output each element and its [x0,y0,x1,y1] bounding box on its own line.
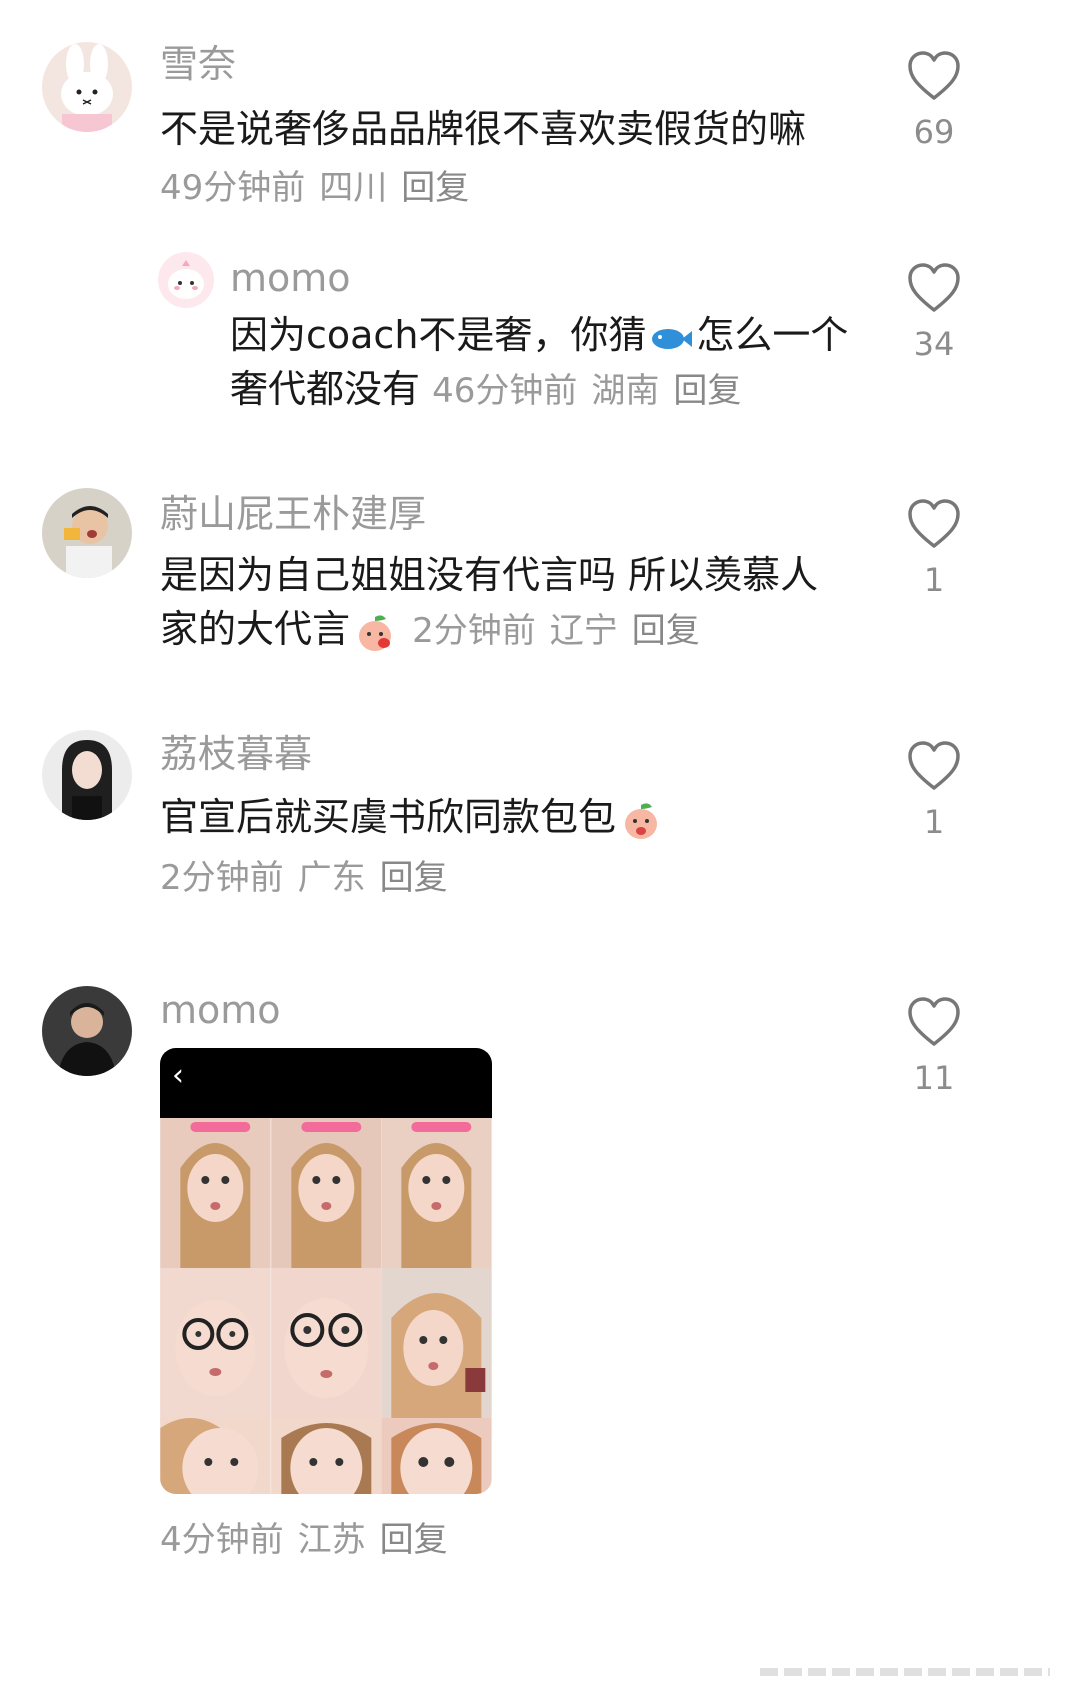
comment-text-part: 怎么一个 [696,313,849,357]
comment-time: 4分钟前 [160,1520,284,1560]
face-grid [160,1118,492,1494]
like-count: 1 [923,561,945,599]
avatar[interactable] [42,730,132,820]
back-icon: ‹ [172,1058,184,1093]
reply-button[interactable]: 回复 [632,611,700,651]
avatar[interactable] [42,488,132,578]
comment-text-part: 因为coach不是奢，你猜 [230,313,647,357]
peach-emoji [625,802,658,839]
avatar[interactable] [158,252,214,308]
reply-button[interactable]: 回复 [380,858,448,898]
image-header: ‹ [160,1048,492,1118]
comment-text: 不是说奢侈品品牌很不喜欢卖假货的嘛 [160,107,807,151]
face-thumbnail [270,1118,382,1268]
comment-text-part: 奢代都没有 [230,367,421,411]
face-thumbnail [381,1268,492,1418]
like-count: 11 [913,1059,955,1097]
face-thumbnail [160,1118,271,1268]
reply-button[interactable]: 回复 [380,1520,448,1560]
like-button[interactable]: 34 [894,262,974,364]
like-button[interactable]: 11 [894,996,974,1098]
like-count: 1 [923,803,945,841]
reply-button[interactable]: 回复 [401,168,469,208]
peach-emoji [359,614,392,651]
username[interactable]: 蔚山屁王朴建厚 [160,490,426,538]
comment-time: 46分钟前 [432,371,578,411]
like-button[interactable]: 1 [894,740,974,842]
face-thumbnail [270,1418,382,1494]
fish-emoji [652,328,693,349]
username[interactable]: 荔枝暮暮 [160,730,312,778]
comment-text: 官宣后就买虞书欣同款包包 [160,788,666,846]
heart-outline-icon [908,499,960,548]
username[interactable]: momo [230,254,351,302]
comment-location: 江苏 [297,1520,366,1560]
comment-location: 辽宁 [549,611,618,651]
like-button[interactable]: 1 [894,498,974,600]
watermark-strip [760,1668,1050,1676]
username[interactable]: momo [160,986,281,1034]
reply-button[interactable]: 回复 [673,371,741,411]
face-thumbnail [270,1268,382,1418]
comment-text: 是因为自己姐姐没有代言吗 所以羡慕人 [160,553,819,597]
comment-text-line2: 家的大代言 2分钟前 辽宁 回复 [160,600,714,660]
avatar[interactable] [42,986,132,1076]
comment-meta: 49分钟前 四川 回复 [160,166,483,210]
comment-location: 四川 [319,168,388,208]
comment-time: 49分钟前 [160,168,306,208]
comment-image[interactable]: ‹ [160,1048,492,1494]
comment-text: 因为coach不是奢，你猜 怎么一个 [230,306,848,364]
heart-outline-icon [908,741,960,790]
like-button[interactable]: 69 [894,50,974,152]
comment-meta: 2分钟前 广东 回复 [160,856,462,900]
face-thumbnail [381,1118,492,1268]
comment-location: 湖南 [591,371,660,411]
comment-text-part: 官宣后就买虞书欣同款包包 [160,795,617,839]
face-thumbnail [160,1268,271,1418]
comment-text-part: 家的大代言 [160,607,351,651]
comment-location: 广东 [297,858,366,898]
heart-outline-icon [908,263,960,312]
heart-outline-icon [908,997,960,1046]
comment-meta: 4分钟前 江苏 回复 [160,1518,462,1562]
like-count: 34 [913,325,955,363]
comment-meta: 46分钟前 湖南 回复 [432,371,755,411]
like-count: 69 [913,113,955,151]
heart-outline-icon [908,51,960,100]
comment-meta: 2分钟前 辽宁 回复 [412,611,714,651]
username[interactable]: 雪奈 [160,40,236,88]
face-thumbnail [160,1418,271,1494]
avatar[interactable] [42,42,132,132]
face-thumbnail [381,1418,492,1494]
comment-time: 2分钟前 [160,858,284,898]
comment-time: 2分钟前 [412,611,536,651]
comment-text-line2: 奢代都没有 46分钟前 湖南 回复 [230,360,755,420]
